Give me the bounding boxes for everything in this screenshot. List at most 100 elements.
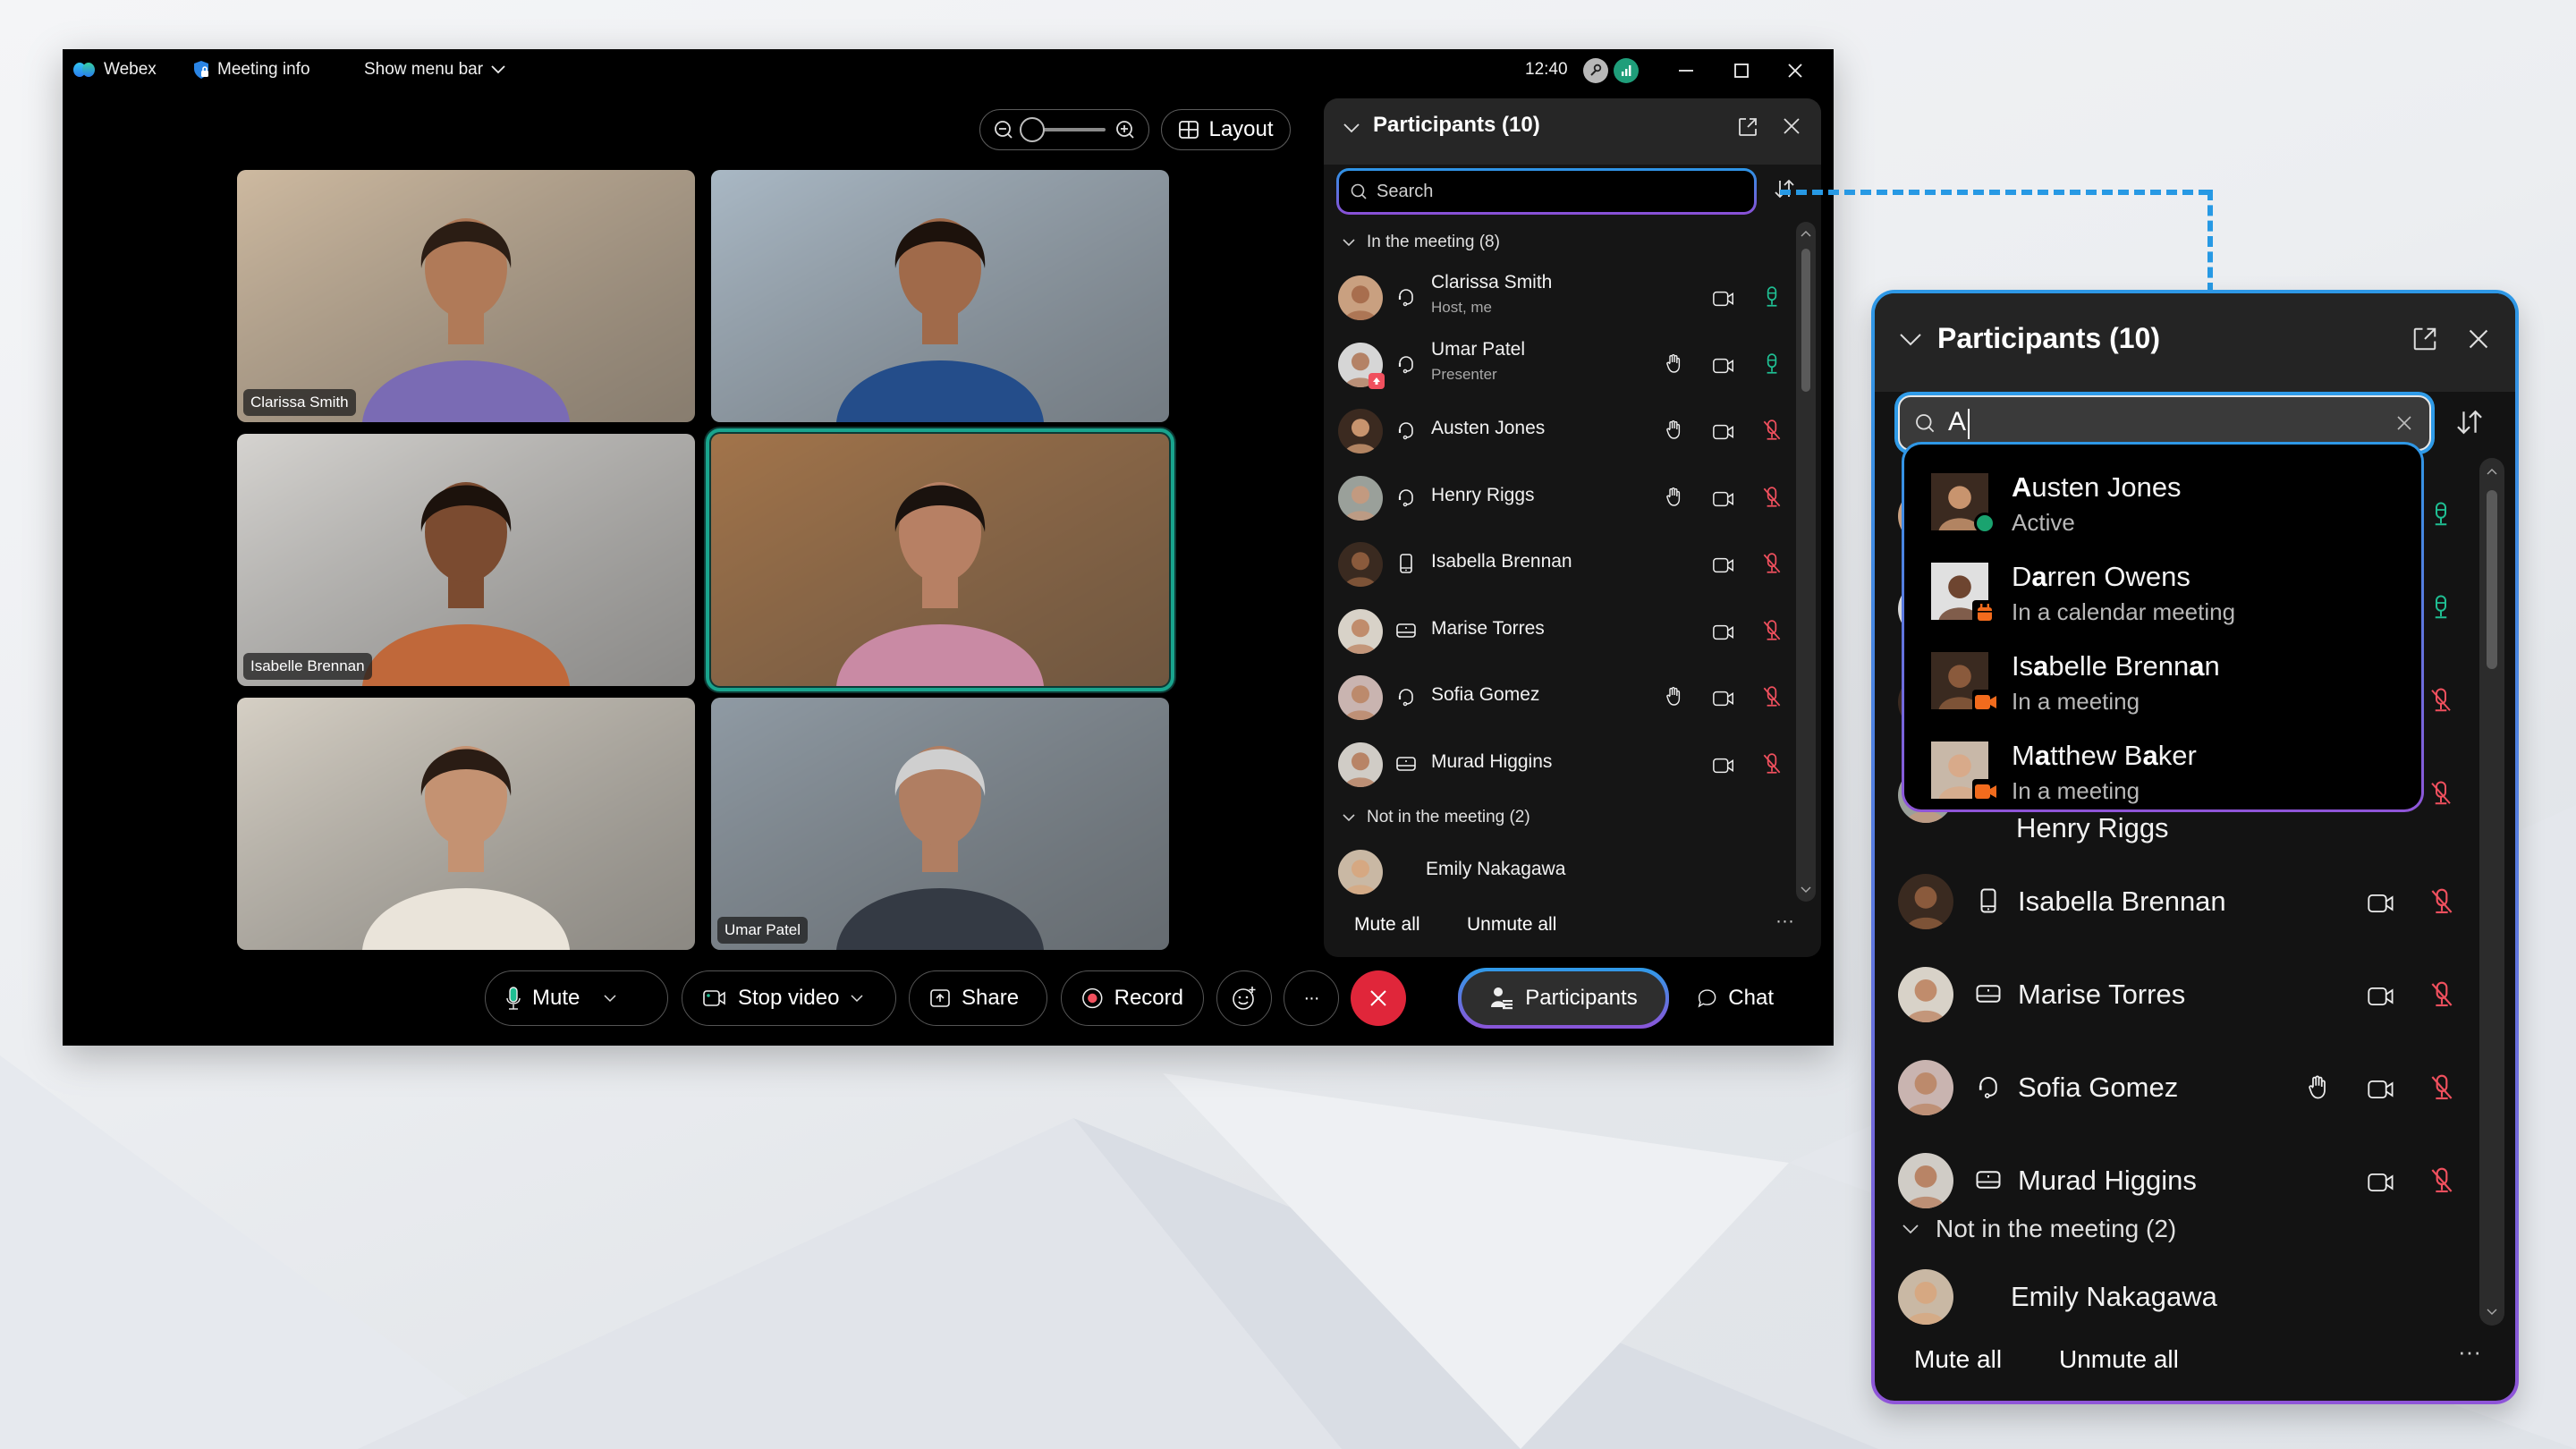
participant-list-scrollbar[interactable] (2479, 458, 2504, 1326)
camera-icon[interactable] (2367, 982, 2395, 1015)
chat-button[interactable]: Chat (1677, 970, 1793, 1026)
not-in-meeting-section-header[interactable]: Not in the meeting (2) (1902, 1215, 2176, 1243)
video-tile[interactable]: Umar Patel (711, 698, 1169, 950)
mute-all-button[interactable]: Mute all (1914, 1345, 2002, 1374)
layout-button[interactable]: Layout (1161, 109, 1291, 150)
participant-row[interactable]: Murad Higgins (1898, 1145, 2470, 1216)
close-window-button[interactable] (1777, 56, 1813, 85)
mute-all-button[interactable]: Mute all (1354, 914, 1420, 936)
microphone-muted-icon[interactable] (1760, 419, 1784, 446)
zoom-out-icon[interactable] (993, 119, 1014, 140)
participant-list-scrollbar[interactable] (1796, 222, 1816, 902)
collapse-chevron-icon[interactable] (1342, 118, 1361, 138)
video-tile[interactable]: Clarissa Smith (237, 170, 695, 422)
collapse-chevron-icon[interactable] (1898, 331, 1923, 349)
microphone-on-icon[interactable] (2428, 594, 2454, 625)
camera-icon[interactable] (2367, 1168, 2395, 1201)
signal-icon[interactable] (1614, 58, 1639, 83)
camera-icon[interactable] (1712, 487, 1735, 515)
clear-search-icon[interactable] (2395, 414, 2413, 432)
participant-row[interactable]: Marise Torres (1338, 604, 1794, 657)
microphone-muted-icon[interactable] (2428, 687, 2454, 718)
stop-video-button[interactable]: Stop video (682, 970, 896, 1026)
microphone-muted-icon[interactable] (2428, 1073, 2456, 1106)
scroll-up-icon[interactable] (1800, 229, 1812, 238)
camera-icon[interactable] (1712, 354, 1735, 382)
microphone-muted-icon[interactable] (1760, 552, 1784, 580)
video-tile[interactable]: Isabelle Brennan (237, 434, 695, 686)
camera-icon[interactable] (1712, 287, 1735, 315)
participants-button[interactable]: Participants (1458, 968, 1669, 1029)
share-button[interactable]: Share (909, 970, 1047, 1026)
participant-row[interactable]: Marise Torres (1898, 959, 2470, 1030)
camera-icon[interactable] (1712, 420, 1735, 448)
close-panel-icon[interactable] (1782, 116, 1801, 136)
end-call-button[interactable] (1351, 970, 1406, 1026)
participant-row[interactable]: Clarissa Smith Host, me (1338, 270, 1794, 324)
participant-search-input[interactable]: Search (1336, 168, 1757, 215)
scroll-thumb[interactable] (1801, 249, 1810, 392)
camera-icon[interactable] (1712, 621, 1735, 648)
microphone-muted-icon[interactable] (2428, 1166, 2456, 1199)
microphone-muted-icon[interactable] (2428, 780, 2454, 811)
video-tile[interactable] (237, 698, 695, 950)
webex-app-label[interactable]: Webex (73, 60, 157, 80)
mute-button[interactable]: Mute (485, 970, 668, 1026)
scroll-down-icon[interactable] (2485, 1308, 2499, 1317)
microphone-muted-icon[interactable] (2428, 980, 2456, 1013)
search-suggestion[interactable]: Darren Owens In a calendar meeting (1931, 555, 2396, 627)
video-options-chevron-icon[interactable] (850, 994, 864, 1003)
meeting-info-button[interactable]: Meeting info (192, 60, 310, 80)
participant-row[interactable]: Henry Riggs (1338, 470, 1794, 524)
show-menu-bar-button[interactable]: Show menu bar (364, 60, 506, 80)
more-actions-button[interactable]: ··· (1284, 970, 1339, 1026)
camera-icon[interactable] (2367, 1075, 2395, 1108)
scroll-thumb[interactable] (2487, 490, 2497, 669)
participant-row[interactable]: Austen Jones (1338, 403, 1794, 457)
pop-out-icon[interactable] (1737, 116, 1758, 138)
camera-icon[interactable] (2367, 889, 2395, 922)
minimize-button[interactable] (1668, 56, 1704, 85)
not-in-meeting-section-header[interactable]: Not in the meeting (2) (1342, 808, 1530, 827)
reactions-button[interactable] (1216, 970, 1272, 1026)
zoom-slider-thumb[interactable] (1020, 117, 1045, 142)
participant-row[interactable]: Emily Nakagawa (1898, 1261, 2470, 1333)
video-tile[interactable] (711, 170, 1169, 422)
participant-row[interactable]: Sofia Gomez (1338, 670, 1794, 724)
microphone-on-icon[interactable] (2428, 501, 2454, 532)
zoom-slider[interactable] (1020, 117, 1106, 142)
search-suggestion[interactable]: Isabelle Brennan In a meeting (1931, 645, 2396, 716)
mute-options-chevron-icon[interactable] (603, 994, 617, 1003)
search-suggestion[interactable]: Matthew Baker In a meeting (1931, 734, 2396, 806)
record-button[interactable]: Record (1061, 970, 1204, 1026)
scroll-down-icon[interactable] (1800, 886, 1812, 894)
pop-out-icon[interactable] (2411, 326, 2438, 352)
microphone-muted-icon[interactable] (2428, 887, 2456, 920)
unmute-all-button[interactable]: Unmute all (1467, 914, 1556, 936)
in-meeting-section-header[interactable]: In the meeting (8) (1342, 233, 1500, 252)
camera-icon[interactable] (1712, 554, 1735, 581)
search-suggestion[interactable]: Austen Jones Active (1931, 466, 2396, 538)
zoom-in-icon[interactable] (1114, 119, 1136, 140)
microphone-on-icon[interactable] (1760, 352, 1784, 380)
more-options-button[interactable]: ··· (1775, 911, 1794, 932)
maximize-button[interactable] (1724, 56, 1759, 85)
camera-icon[interactable] (1712, 687, 1735, 715)
participant-row[interactable]: Sofia Gomez (1898, 1052, 2470, 1123)
scroll-up-icon[interactable] (2485, 467, 2499, 476)
participant-row[interactable]: Isabella Brennan (1898, 866, 2470, 937)
microphone-muted-icon[interactable] (1760, 486, 1784, 513)
key-icon[interactable] (1583, 58, 1608, 83)
camera-icon[interactable] (1712, 754, 1735, 782)
participant-row[interactable]: Emily Nakagawa (1338, 844, 1794, 898)
video-tile[interactable] (706, 428, 1174, 691)
sort-icon[interactable] (1773, 177, 1796, 200)
more-options-button[interactable]: ··· (2458, 1338, 2481, 1366)
sort-icon[interactable] (2454, 407, 2485, 437)
microphone-muted-icon[interactable] (1760, 752, 1784, 780)
participant-row[interactable]: Murad Higgins (1338, 737, 1794, 791)
close-panel-icon[interactable] (2467, 327, 2490, 351)
microphone-muted-icon[interactable] (1760, 685, 1784, 713)
microphone-muted-icon[interactable] (1760, 619, 1784, 647)
unmute-all-button[interactable]: Unmute all (2059, 1345, 2179, 1374)
